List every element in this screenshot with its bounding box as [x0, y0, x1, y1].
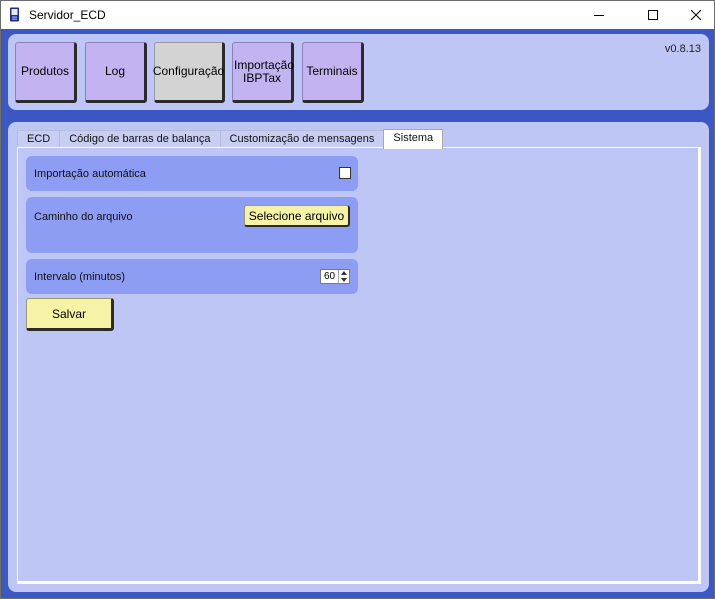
tab-customizacao-mensagens[interactable]: Customização de mensagens	[219, 130, 385, 148]
navigation-panel: Produtos Log Configuração Importação IBP…	[8, 34, 709, 110]
tab-bar: ECD Código de barras de balança Customiz…	[17, 129, 444, 149]
select-file-button[interactable]: Selecione arquivo	[244, 205, 350, 227]
tab-ecd[interactable]: ECD	[17, 130, 61, 148]
tab-sistema[interactable]: Sistema	[383, 129, 444, 149]
save-button[interactable]: Salvar	[26, 298, 114, 331]
minimize-icon	[594, 15, 604, 16]
spin-arrows	[338, 270, 349, 283]
interval-group: Intervalo (minutos) 60	[26, 259, 358, 294]
window-title: Servidor_ECD	[29, 8, 106, 22]
chevron-up-icon	[341, 271, 347, 276]
nav-button-terminais[interactable]: Terminais	[302, 42, 364, 103]
phone-app-icon	[10, 7, 19, 22]
maximize-button[interactable]	[630, 1, 676, 29]
close-icon	[691, 10, 701, 20]
interval-value[interactable]: 60	[321, 270, 338, 283]
nav-button-importacao-label: Importação IBPTax	[234, 57, 295, 85]
interval-spinbox[interactable]: 60	[320, 269, 350, 284]
nav-button-log[interactable]: Log	[85, 42, 147, 103]
spin-down-button[interactable]	[339, 277, 349, 284]
chevron-down-icon	[341, 277, 347, 282]
auto-import-label: Importação automática	[34, 168, 146, 180]
tab-codigo-barras-balanca[interactable]: Código de barras de balança	[59, 130, 221, 148]
nav-button-produtos[interactable]: Produtos	[15, 42, 77, 103]
auto-import-group: Importação automática	[26, 156, 358, 191]
nav-button-importacao-ibptax[interactable]: Importação IBPTax	[232, 42, 294, 103]
title-bar: Servidor_ECD	[1, 1, 714, 29]
interval-label: Intervalo (minutos)	[34, 271, 126, 283]
close-button[interactable]	[673, 1, 715, 29]
tab-page-sistema: Importação automática Caminho do arquivo…	[17, 147, 701, 584]
file-path-group: Caminho do arquivo Selecione arquivo	[26, 197, 358, 253]
version-label: v0.8.13	[664, 43, 701, 55]
app-window: Servidor_ECD Produtos Log Configuração I…	[0, 0, 715, 599]
minimize-button[interactable]	[576, 1, 622, 29]
auto-import-checkbox[interactable]	[339, 167, 351, 179]
configuration-panel: ECD Código de barras de balança Customiz…	[8, 122, 709, 592]
maximize-icon	[648, 10, 658, 20]
nav-button-configuracao[interactable]: Configuração	[153, 42, 225, 103]
file-path-label: Caminho do arquivo	[34, 211, 133, 223]
